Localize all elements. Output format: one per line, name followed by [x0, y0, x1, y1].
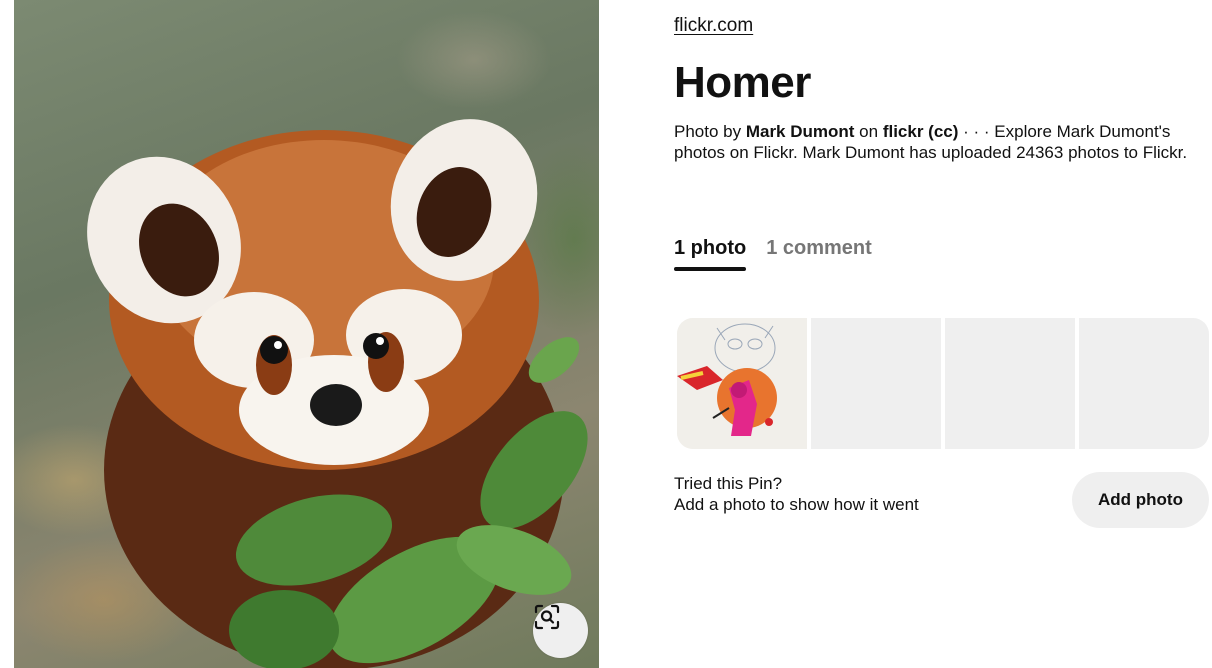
tab-photos[interactable]: 1 photo — [674, 237, 747, 271]
description-prefix: Photo by — [674, 122, 746, 141]
tried-prompt: Add a photo to show how it went — [674, 495, 919, 514]
description-author: Mark Dumont — [745, 122, 855, 141]
tried-photo-placeholder — [811, 318, 941, 449]
add-photo-button[interactable]: Add photo — [1072, 472, 1209, 528]
pin-description: Photo by Mark Dumont on flickr (cc) · · … — [674, 121, 1204, 163]
red-panda-illustration — [87, 119, 588, 668]
pin-tabs: 1 photo 1 comment — [674, 237, 872, 271]
tab-comments[interactable]: 1 comment — [766, 237, 872, 271]
source-link[interactable]: flickr.com — [674, 15, 753, 37]
pin-title: Homer — [674, 58, 811, 107]
description-site: flickr (cc) — [882, 122, 959, 141]
tried-photo-thumbnail[interactable] — [677, 318, 807, 449]
visual-search-button[interactable] — [533, 603, 588, 658]
tried-photos-grid — [677, 318, 1209, 449]
pin-image[interactable] — [14, 0, 599, 668]
tried-photo-placeholder — [1079, 318, 1209, 449]
tried-question: Tried this Pin? — [674, 474, 783, 493]
description-on: on — [854, 122, 883, 141]
tried-photo-placeholder — [945, 318, 1075, 449]
